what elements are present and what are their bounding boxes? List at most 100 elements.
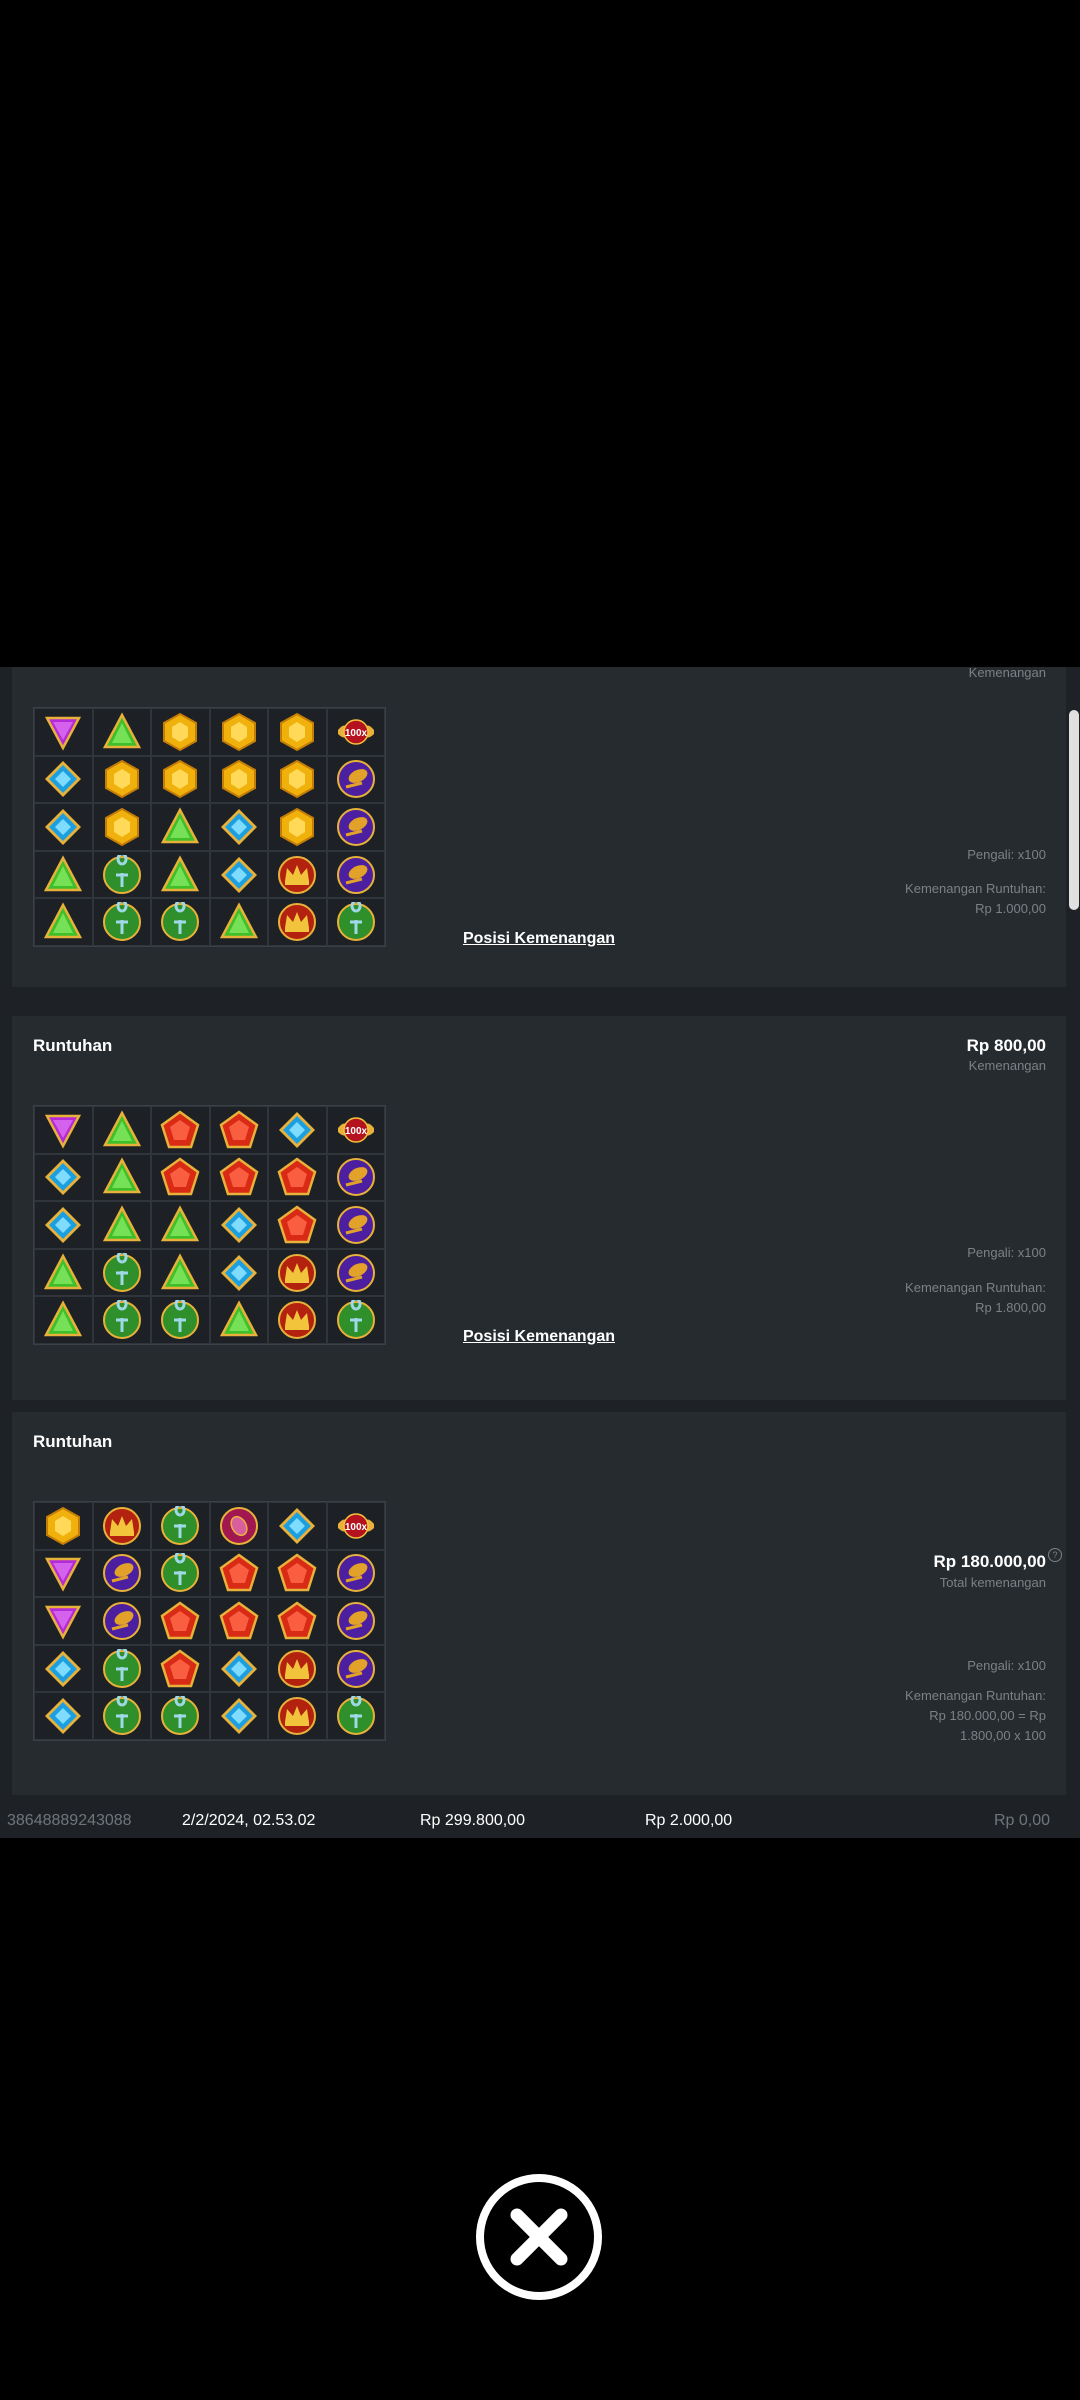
- symbol-grid-2: 100x: [33, 1105, 386, 1345]
- grid-cell: [268, 1549, 327, 1598]
- grid-cell: [268, 1502, 327, 1550]
- blue-diamond-icon: [219, 855, 259, 895]
- grid-cell: [92, 1153, 151, 1202]
- cascade-card-1: Kemenangan 100x Pengali: x100 Kemenangan…: [12, 667, 1066, 987]
- gold-hexagon-icon: [277, 807, 317, 847]
- grid-cell: [326, 1549, 385, 1598]
- grid-cell: [209, 850, 268, 899]
- grid-cell: [209, 755, 268, 804]
- gold-hexagon-icon: [43, 1506, 83, 1546]
- blue-diamond-icon: [219, 1649, 259, 1689]
- red-crown-icon: [277, 855, 317, 895]
- purple-triangle-icon: [43, 1110, 83, 1150]
- svg-text:100x: 100x: [345, 1522, 368, 1533]
- red-pentagon-icon: [219, 1157, 259, 1197]
- multiplier-100x-icon: 100x: [336, 1110, 376, 1150]
- red-pentagon-icon: [277, 1157, 317, 1197]
- red-crown-icon: [277, 1649, 317, 1689]
- winning-positions-link[interactable]: Posisi Kemenangan: [12, 1328, 1066, 1346]
- cascade-card-2: Runtuhan Rp 800,00 Kemenangan 100x Penga…: [12, 1016, 1066, 1400]
- grid-cell: [151, 850, 210, 899]
- grid-cell: [268, 1248, 327, 1297]
- grid-cell: [92, 1201, 151, 1249]
- green-ankh-icon: [102, 1696, 142, 1736]
- grid-cell: [268, 708, 327, 756]
- grid-cell: [92, 1692, 151, 1740]
- grid-cell: [92, 803, 151, 851]
- grid-cell: [268, 1692, 327, 1740]
- pink-scarab-icon: [219, 1506, 259, 1546]
- grid-cell: [209, 803, 268, 851]
- grid-cell: [209, 708, 268, 756]
- green-ankh-icon: [160, 1696, 200, 1736]
- grid-cell: [34, 1549, 93, 1598]
- gold-hexagon-icon: [102, 807, 142, 847]
- grid-cell: [326, 1248, 385, 1297]
- purple-scarab-icon: [102, 1553, 142, 1593]
- purple-scarab-icon: [336, 1601, 376, 1641]
- balance-value: Rp 299.800,00: [420, 1812, 525, 1829]
- multiplier-100x-icon: 100x: [336, 1506, 376, 1546]
- green-triangle-icon: [160, 807, 200, 847]
- grid-cell: [268, 755, 327, 804]
- symbol-grid-3: 100x: [33, 1501, 386, 1741]
- red-pentagon-icon: [219, 1110, 259, 1150]
- cascade-win-value: Rp 1.800,00: [975, 1300, 1046, 1315]
- grid-cell: 100x: [326, 1502, 385, 1550]
- gold-hexagon-icon: [219, 712, 259, 752]
- red-pentagon-icon: [219, 1601, 259, 1641]
- grid-cell: [34, 1644, 93, 1693]
- purple-scarab-icon: [336, 807, 376, 847]
- blue-diamond-icon: [219, 1253, 259, 1293]
- help-icon[interactable]: ?: [1048, 1548, 1062, 1562]
- transaction-id: 38648889243088: [7, 1812, 132, 1829]
- grid-cell: [34, 1248, 93, 1297]
- grid-cell: [151, 1597, 210, 1645]
- purple-scarab-icon: [336, 1157, 376, 1197]
- cascade-win-label: Kemenangan Runtuhan:: [905, 1280, 1046, 1295]
- multiplier-text: Pengali: x100: [967, 1658, 1046, 1673]
- green-triangle-icon: [160, 1252, 200, 1293]
- purple-scarab-icon: [336, 1253, 376, 1293]
- scrollbar-thumb[interactable]: [1069, 710, 1079, 910]
- green-triangle-icon: [43, 1252, 83, 1293]
- winning-positions-link[interactable]: Posisi Kemenangan: [12, 930, 1066, 948]
- green-triangle-icon: [43, 854, 83, 895]
- blue-diamond-icon: [219, 1205, 259, 1245]
- purple-triangle-icon: [43, 1601, 83, 1641]
- grid-cell: [34, 1153, 93, 1202]
- purple-scarab-icon: [102, 1601, 142, 1641]
- svg-text:100x: 100x: [345, 728, 368, 739]
- grid-cell: [209, 1201, 268, 1249]
- purple-scarab-icon: [336, 855, 376, 895]
- grid-cell: [209, 1248, 268, 1297]
- blue-diamond-icon: [43, 807, 83, 847]
- cascade-win-value: Rp 180.000,00 = Rp: [929, 1708, 1046, 1723]
- purple-triangle-icon: [43, 1553, 83, 1593]
- green-triangle-icon: [102, 1157, 142, 1197]
- history-row[interactable]: 38648889243088 2/2/2024, 02.53.02 Rp 299…: [0, 1803, 1068, 1838]
- grid-cell: [34, 708, 93, 756]
- grid-cell: [92, 1549, 151, 1598]
- blue-diamond-icon: [219, 807, 259, 847]
- cascade-win-formula: 1.800,00 x 100: [959, 1728, 1046, 1743]
- grid-cell: [268, 1153, 327, 1202]
- close-button[interactable]: [474, 2172, 604, 2302]
- grid-cell: [92, 1644, 151, 1693]
- grid-cell: [92, 1248, 151, 1297]
- grid-cell: [92, 1106, 151, 1154]
- grid-cell: [326, 1644, 385, 1693]
- grid-cell: [34, 850, 93, 899]
- gold-hexagon-icon: [102, 759, 142, 799]
- grid-cell: [209, 1549, 268, 1598]
- grid-cell: [151, 1502, 210, 1550]
- grid-cell: [34, 803, 93, 851]
- blue-diamond-icon: [43, 1157, 83, 1197]
- grid-cell: [209, 1692, 268, 1740]
- grid-cell: [268, 850, 327, 899]
- grid-cell: [326, 1153, 385, 1202]
- multiplier-100x-icon: 100x: [336, 712, 376, 752]
- grid-cell: [151, 1106, 210, 1154]
- red-pentagon-icon: [277, 1553, 317, 1593]
- grid-cell: [34, 1502, 93, 1550]
